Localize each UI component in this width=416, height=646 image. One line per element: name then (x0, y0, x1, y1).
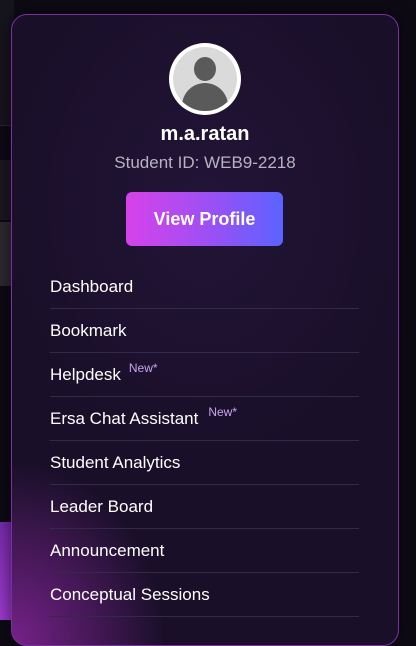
menu-item-dashboard[interactable]: Dashboard (50, 265, 359, 309)
menu-item-announcement[interactable]: Announcement (50, 529, 359, 573)
avatar-body-shape (182, 83, 228, 111)
profile-menu: Dashboard Bookmark Helpdesk New* Ersa Cha… (50, 265, 359, 617)
menu-item-label: Student Analytics (50, 453, 181, 472)
menu-item-label: Dashboard (50, 277, 134, 296)
avatar-head-shape (194, 57, 216, 81)
student-id: Student ID: WEB9-2218 (114, 153, 296, 172)
menu-item-label: Conceptual Sessions (50, 585, 210, 604)
menu-item-conceptual-sessions[interactable]: Conceptual Sessions (50, 573, 359, 617)
menu-item-bookmark[interactable]: Bookmark (50, 309, 359, 353)
username: m.a.ratan (160, 123, 250, 145)
menu-item-label: Helpdesk (50, 365, 121, 384)
menu-item-label: Announcement (50, 541, 165, 560)
menu-item-helpdesk[interactable]: Helpdesk New* (50, 353, 359, 397)
menu-item-student-analytics[interactable]: Student Analytics (50, 441, 359, 485)
view-profile-button[interactable]: View Profile (126, 192, 283, 246)
new-badge: New* (128, 361, 158, 375)
new-badge: New* (208, 405, 238, 419)
menu-item-label: Leader Board (50, 497, 154, 516)
profile-dropdown: m.a.ratan Student ID: WEB9-2218 View Pro… (11, 14, 399, 646)
user-avatar-icon[interactable] (169, 43, 241, 115)
menu-item-label: Ersa Chat Assistant (50, 409, 199, 428)
menu-item-ersa-chat-assistant[interactable]: Ersa Chat Assistant New* (50, 397, 359, 441)
menu-item-leader-board[interactable]: Leader Board (50, 485, 359, 529)
avatar-placeholder (173, 47, 237, 111)
menu-item-label: Bookmark (50, 321, 127, 340)
